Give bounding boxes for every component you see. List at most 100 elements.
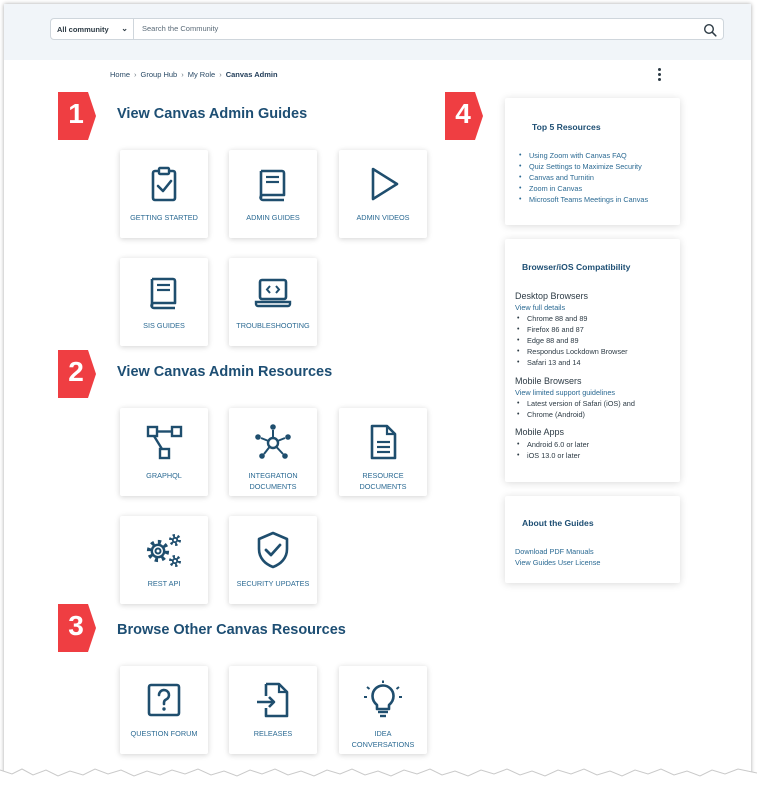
search-icon[interactable] — [703, 23, 717, 37]
list-item: Android 6.0 or later — [515, 439, 589, 450]
card-label: INTEGRATION DOCUMENTS — [229, 470, 317, 492]
page-frame: All community ⌄ Home›Group Hub›My Role›C… — [4, 4, 751, 780]
admin-guides-card[interactable]: ADMIN GUIDES — [229, 150, 317, 238]
search-input[interactable] — [140, 23, 684, 34]
card-label-line: CONVERSATIONS — [351, 740, 415, 749]
resource-documents-card[interactable]: RESOURCE DOCUMENTS — [339, 408, 427, 496]
resource-link[interactable]: Using Zoom with Canvas FAQ — [517, 150, 648, 161]
list-item: Edge 88 and 89 — [515, 335, 628, 346]
list-item: Chrome 88 and 89 — [515, 313, 628, 324]
resource-link[interactable]: Canvas and Turnitin — [517, 172, 648, 183]
breadcrumb-current: Canvas Admin — [225, 70, 278, 79]
graphql-card[interactable]: GRAPHQL — [120, 408, 208, 496]
view-full-details-link[interactable]: View full details — [515, 303, 565, 312]
resource-link[interactable]: Quiz Settings to Maximize Security — [517, 161, 648, 172]
card-label: RESOURCE DOCUMENTS — [339, 470, 427, 492]
breadcrumb-separator: › — [181, 70, 184, 79]
section-title: Browse Other Canvas Resources — [117, 622, 346, 638]
idea-conversations-card[interactable]: IDEA CONVERSATIONS — [339, 666, 427, 754]
clipboard-check-icon — [151, 166, 177, 202]
sis-guides-card[interactable]: SIS GUIDES — [120, 258, 208, 346]
about-guides-panel: About the Guides Download PDF Manuals Vi… — [505, 496, 680, 583]
play-icon — [371, 167, 399, 201]
mobile-browser-list: Latest version of Safari (iOS) and Chrom… — [515, 398, 635, 420]
question-forum-card[interactable]: QUESTION FORUM — [120, 666, 208, 754]
section-number: 1 — [68, 98, 84, 129]
breadcrumb: Home › Group Hub › My Role › Canvas Admin — [110, 70, 278, 79]
resource-link[interactable]: Zoom in Canvas — [517, 183, 648, 194]
section-number: 3 — [68, 610, 84, 641]
lightbulb-icon — [364, 680, 402, 718]
user-license-link[interactable]: View Guides User License — [515, 558, 600, 567]
troubleshooting-card[interactable]: TROUBLESHOOTING — [229, 258, 317, 346]
search-scope-dropdown[interactable]: All community ⌄ — [50, 18, 134, 40]
mobile-apps-list: Android 6.0 or later iOS 13.0 or later — [515, 439, 589, 461]
section-number: 4 — [455, 98, 471, 129]
breadcrumb-link[interactable]: Group Hub — [141, 70, 178, 79]
book-icon — [150, 277, 177, 310]
breadcrumb-separator: › — [134, 70, 137, 79]
rest-api-card[interactable]: REST API — [120, 516, 208, 604]
list-item: Safari 13 and 14 — [515, 357, 628, 368]
integration-documents-card[interactable]: INTEGRATION DOCUMENTS — [229, 408, 317, 496]
top-resources-panel: Top 5 Resources Using Zoom with Canvas F… — [505, 98, 680, 225]
card-label: REST API — [147, 579, 181, 588]
card-label: QUESTION FORUM — [130, 729, 198, 738]
gears-icon — [146, 534, 181, 567]
card-label-line: IDEA — [374, 729, 392, 738]
card-label: ADMIN GUIDES — [246, 213, 300, 222]
mobile-apps-heading: Mobile Apps — [515, 427, 565, 437]
section-badge: 3 — [58, 604, 102, 652]
more-options-icon[interactable] — [652, 66, 666, 86]
header-bar: All community ⌄ — [4, 4, 751, 60]
laptop-code-icon — [254, 278, 292, 308]
document-icon — [370, 424, 397, 460]
section-badge: 2 — [58, 350, 102, 398]
card-label-line: INTEGRATION — [248, 471, 298, 480]
list-item-continued: Chrome (Android) — [515, 409, 635, 420]
list-item: Respondus Lockdown Browser — [515, 346, 628, 357]
desktop-browsers-heading: Desktop Browsers — [515, 291, 589, 301]
list-item: Latest version of Safari (iOS) and — [515, 398, 635, 409]
panel-title: Browser/iOS Compatibility — [522, 262, 631, 272]
compatibility-panel: Browser/iOS Compatibility Desktop Browse… — [505, 239, 680, 482]
section-title: View Canvas Admin Resources — [117, 364, 333, 380]
card-label-line: RESOURCE — [362, 471, 404, 480]
card-label: SIS GUIDES — [143, 321, 185, 330]
breadcrumb-link[interactable]: My Role — [188, 70, 216, 79]
card-label: IDEA CONVERSATIONS — [339, 728, 427, 750]
question-icon — [147, 683, 181, 717]
card-label: SECURITY UPDATES — [236, 579, 310, 588]
desktop-browser-list: Chrome 88 and 89 Firefox 86 and 87 Edge … — [515, 313, 628, 368]
card-label: GETTING STARTED — [130, 213, 198, 222]
section-badge: 1 — [58, 92, 102, 140]
download-manuals-link[interactable]: Download PDF Manuals — [515, 547, 594, 556]
view-support-guidelines-link[interactable]: View limited support guidelines — [515, 388, 615, 397]
panel-title: About the Guides — [522, 518, 594, 528]
card-label: GRAPHQL — [146, 471, 182, 480]
section-title: View Canvas Admin Guides — [117, 106, 308, 122]
card-label: RELEASES — [253, 729, 293, 738]
card-label-line: DOCUMENTS — [249, 482, 297, 491]
resource-list: Using Zoom with Canvas FAQ Quiz Settings… — [517, 150, 648, 205]
panel-title: Top 5 Resources — [532, 122, 601, 132]
network-icon — [255, 424, 291, 459]
card-label: ADMIN VIDEOS — [356, 213, 410, 222]
mobile-browsers-heading: Mobile Browsers — [515, 376, 582, 386]
breadcrumb-separator: › — [219, 70, 222, 79]
getting-started-card[interactable]: GETTING STARTED — [120, 150, 208, 238]
search-scope-label: All community — [57, 25, 109, 34]
list-item-text: Chrome (Android) — [527, 410, 585, 419]
security-updates-card[interactable]: SECURITY UPDATES — [229, 516, 317, 604]
card-label-line: DOCUMENTS — [359, 482, 407, 491]
search-field[interactable] — [134, 18, 724, 40]
breadcrumb-link[interactable]: Home — [110, 70, 130, 79]
section-badge: 4 — [445, 92, 489, 140]
admin-videos-card[interactable]: ADMIN VIDEOS — [339, 150, 427, 238]
releases-card[interactable]: RELEASES — [229, 666, 317, 754]
file-import-icon — [257, 682, 289, 718]
list-item: iOS 13.0 or later — [515, 450, 589, 461]
shield-check-icon — [257, 531, 289, 569]
resource-link[interactable]: Microsoft Teams Meetings in Canvas — [517, 194, 648, 205]
chevron-down-icon: ⌄ — [121, 24, 128, 33]
